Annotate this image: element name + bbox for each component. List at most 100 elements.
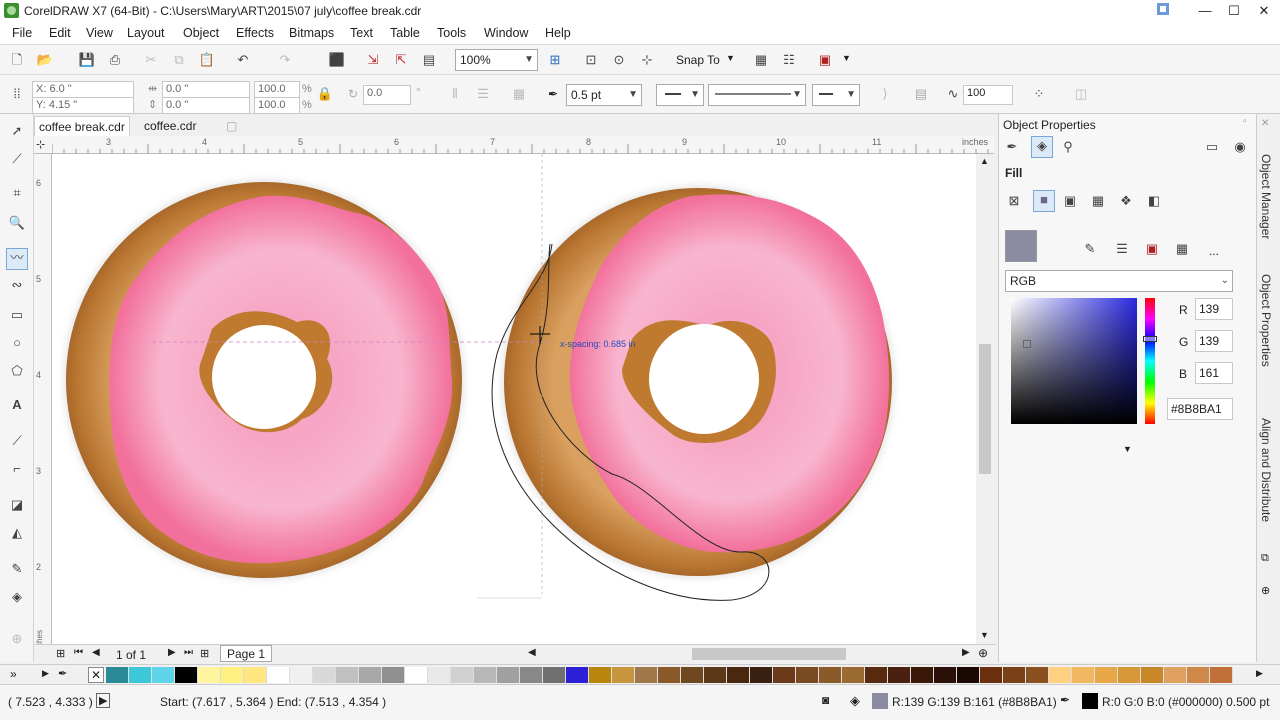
palette-swatch[interactable] xyxy=(704,667,727,683)
tab-coffee[interactable]: coffee.cdr xyxy=(140,116,200,136)
export-icon[interactable]: ⇱ xyxy=(392,51,410,69)
palette-swatch[interactable] xyxy=(842,667,865,683)
palette-swatch[interactable] xyxy=(635,667,658,683)
menu-window[interactable]: Window xyxy=(484,26,528,40)
palette-swatch[interactable] xyxy=(911,667,934,683)
red-value-field[interactable]: 139 xyxy=(1195,298,1233,320)
color-sliders-icon[interactable]: ☰ xyxy=(1113,240,1131,258)
palette-swatch[interactable] xyxy=(359,667,382,683)
scroll-up-icon[interactable]: ▲ xyxy=(980,156,989,166)
palette-eyedropper-icon[interactable]: ✒ xyxy=(58,667,67,680)
menu-view[interactable]: View xyxy=(86,26,113,40)
palette-swatch[interactable] xyxy=(727,667,750,683)
cut-icon[interactable]: ✂ xyxy=(142,51,160,69)
current-fill-swatch[interactable] xyxy=(1005,230,1037,262)
color-picker-marker[interactable] xyxy=(1023,340,1031,348)
maximize-button[interactable]: ☐ xyxy=(1225,2,1243,20)
palette-swatch[interactable] xyxy=(681,667,704,683)
close-button[interactable]: ✕ xyxy=(1255,2,1273,20)
hex-value-field[interactable]: #8B8BA1 xyxy=(1167,398,1233,420)
line-style-combo[interactable]: ▼ xyxy=(708,84,806,106)
width-field[interactable]: 0.0 " xyxy=(162,81,250,98)
zoom-tool-icon[interactable]: 🔍 xyxy=(8,214,26,232)
palette-swatch[interactable] xyxy=(1095,667,1118,683)
palette-swatch[interactable] xyxy=(244,667,267,683)
docker-tabs-close-icon[interactable]: ✕ xyxy=(1261,118,1269,129)
redo-icon[interactable]: ↷ xyxy=(276,51,294,69)
tab-object-properties[interactable]: Object Properties xyxy=(1259,274,1273,367)
palette-swatch[interactable] xyxy=(313,667,336,683)
launch-icon[interactable]: ▣ xyxy=(816,51,834,69)
palette-swatch[interactable] xyxy=(1210,667,1233,683)
close-curve-icon[interactable]: ⟩ xyxy=(876,85,894,103)
prev-page-icon[interactable]: ◀ xyxy=(92,647,100,658)
menu-file[interactable]: File xyxy=(12,26,32,40)
menu-table[interactable]: Table xyxy=(390,26,420,40)
palette-swatch[interactable] xyxy=(1118,667,1141,683)
palette-swatch[interactable] xyxy=(474,667,497,683)
docker-view-icon[interactable]: ◉ xyxy=(1231,138,1249,156)
menu-tools[interactable]: Tools xyxy=(437,26,466,40)
green-value-field[interactable]: 139 xyxy=(1195,330,1233,352)
palette-swatch[interactable] xyxy=(750,667,773,683)
new-tab-icon[interactable]: ▢ xyxy=(222,116,241,136)
show-rulers-icon[interactable]: ⊡ xyxy=(582,51,600,69)
scale-height-field[interactable]: 100.0 xyxy=(254,97,300,114)
corel-connect-icon[interactable]: ⬛ xyxy=(328,51,346,69)
application-launcher-icon[interactable]: ☷ xyxy=(780,51,798,69)
palette-swatch[interactable] xyxy=(106,667,129,683)
palette-swatch[interactable] xyxy=(612,667,635,683)
zoom-level-combo[interactable]: 100% ▼ xyxy=(455,49,538,71)
hue-slider[interactable] xyxy=(1143,298,1157,424)
docker-add-icon[interactable]: ⧉ xyxy=(1261,552,1269,565)
donut-left[interactable] xyxy=(64,180,464,580)
vertical-scroll-thumb[interactable] xyxy=(979,344,991,474)
horizontal-ruler[interactable]: ⊹ 3 4 5 6 7 8 9 10 11 inches xyxy=(34,136,994,154)
eyedropper-icon[interactable]: ✎ xyxy=(1081,240,1099,258)
eyedropper-tool-icon[interactable]: ✎ xyxy=(8,560,26,578)
no-color-swatch-icon[interactable]: ✕ xyxy=(88,667,104,683)
docker-more-icon[interactable]: ⊕ xyxy=(1261,584,1270,597)
palette-swatch[interactable] xyxy=(566,667,589,683)
hue-slider-handle[interactable] xyxy=(1143,336,1157,342)
color-palette-icon[interactable]: ▦ xyxy=(1173,240,1191,258)
drop-shadow-tool-icon[interactable]: ◪ xyxy=(8,496,26,514)
navigator-icon[interactable]: ⊕ xyxy=(978,646,988,660)
parallel-dimension-tool-icon[interactable]: ⟋ xyxy=(8,432,26,450)
undo-icon[interactable]: ↶ xyxy=(234,51,252,69)
vertical-scrollbar[interactable]: ▲ ▼ xyxy=(976,154,994,644)
scroll-left-icon[interactable]: ◀ xyxy=(528,647,536,658)
palette-swatch[interactable] xyxy=(980,667,1003,683)
last-page-icon[interactable]: ⏭ xyxy=(184,647,193,658)
tab-align-and-distribute[interactable]: Align and Distribute xyxy=(1259,418,1273,522)
shape-tool-icon[interactable]: ⟋ xyxy=(8,150,26,168)
freehand-tool-icon[interactable]: 〰 xyxy=(6,248,28,270)
palette-swatch[interactable] xyxy=(198,667,221,683)
ruler-origin-icon[interactable]: ⊹ xyxy=(36,138,45,151)
expand-section-icon[interactable]: ▼ xyxy=(1123,444,1132,454)
palette-swatch[interactable] xyxy=(1187,667,1210,683)
polygon-tool-icon[interactable]: ⬠ xyxy=(8,362,26,380)
print-icon[interactable]: ⎙ xyxy=(106,51,124,69)
palette-swatch[interactable] xyxy=(934,667,957,683)
import-icon[interactable]: ⇲ xyxy=(364,51,382,69)
vector-pattern-fill-icon[interactable]: ▦ xyxy=(1089,192,1107,210)
color-picker-area[interactable] xyxy=(1011,298,1137,424)
donut-right[interactable] xyxy=(502,186,894,578)
menu-effects[interactable]: Effects xyxy=(236,26,274,40)
publish-pdf-icon[interactable]: ▤ xyxy=(420,51,438,69)
menu-object[interactable]: Object xyxy=(183,26,219,40)
snap-to-button[interactable]: Snap To xyxy=(676,53,720,67)
x-position-field[interactable]: X: 6.0 " xyxy=(32,81,134,98)
save-icon[interactable]: 💾 xyxy=(78,51,96,69)
color-viewer-icon[interactable]: ▣ xyxy=(1143,240,1161,258)
app-options-icon[interactable] xyxy=(1154,2,1172,20)
palette-swatch[interactable] xyxy=(175,667,198,683)
uniform-fill-icon[interactable]: ■ xyxy=(1033,190,1055,212)
palette-swatch[interactable] xyxy=(543,667,566,683)
interactive-fill-tool-icon[interactable]: ◈ xyxy=(8,588,26,606)
palette-swatch[interactable] xyxy=(382,667,405,683)
no-fill-icon[interactable]: ⊠ xyxy=(1005,192,1023,210)
tab-object-manager[interactable]: Object Manager xyxy=(1259,154,1273,239)
rectangle-tool-icon[interactable]: ▭ xyxy=(8,306,26,324)
